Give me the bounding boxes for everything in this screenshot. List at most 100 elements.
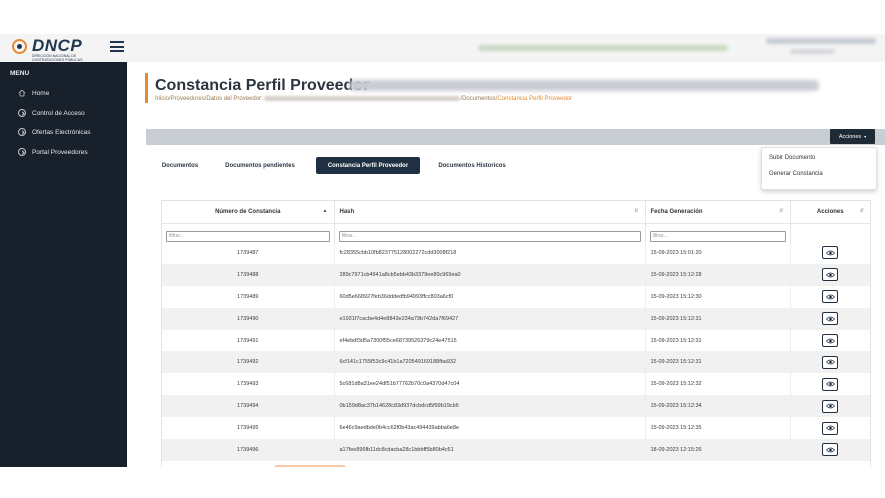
- sidebar-item-label: Portal Proveedores: [32, 148, 88, 156]
- view-eye-icon[interactable]: [822, 290, 839, 304]
- breadcrumb-current: Constancia Perfil Proveedor: [497, 96, 573, 103]
- cell-fecha: 15-09-2023 15:01:20: [645, 242, 791, 264]
- sidebar-item-portal-proveedores[interactable]: Portal Proveedores: [18, 146, 88, 158]
- cell-acciones: [790, 395, 870, 417]
- cell-numero: 1739492: [162, 351, 335, 374]
- view-eye-icon[interactable]: [822, 355, 839, 369]
- cell-acciones: [790, 439, 870, 461]
- redacted-user-name: [766, 38, 876, 44]
- cell-acciones: [790, 264, 870, 286]
- caret-down-icon: ▾: [864, 134, 867, 139]
- cell-fecha: 18-09-2023 12:15:26: [645, 439, 791, 461]
- column-header-label: Número de Constancia: [215, 209, 281, 215]
- cell-hash: a17fee896fb11dc8cdacba28c1bbbff5b80b4c61: [334, 439, 646, 461]
- table-row: 1739494 0b159d8ac37b14628c83d937dcbdcd5f9…: [162, 395, 870, 418]
- filter-numero-input[interactable]: [166, 230, 330, 242]
- table-row: 1739495 6e46c9aedbde0b4cc62f0b43ac494439a…: [162, 417, 870, 440]
- cell-fecha: 15-09-2023 15:12:30: [645, 285, 791, 308]
- app-window: DNCP DIRECCIÓN NACIONAL DE CONTRATACIONE…: [0, 34, 885, 467]
- breadcrumb-path[interactable]: Inicio/Proveedores/Datos del Proveedor:: [155, 96, 264, 102]
- cell-acciones: [790, 417, 870, 439]
- view-eye-icon[interactable]: [822, 334, 839, 347]
- cell-fecha: 15-09-2023 15:12:28: [645, 263, 791, 286]
- column-header-numero[interactable]: Número de Constancia ▲: [162, 201, 335, 224]
- sort-icon[interactable]: ⇵: [860, 208, 864, 214]
- cell-hash: 0b159d8ac37b14628c83d937dcbdcd5f99b19cb6: [334, 395, 646, 418]
- view-eye-icon[interactable]: [822, 312, 839, 326]
- cell-fecha: 15-09-2023 15:12:31: [645, 351, 791, 374]
- cell-hash: 6cf141c1755f53c9c41b1a720549169188fba932: [334, 351, 646, 374]
- sidebar-item-ofertas-electronicas[interactable]: Ofertas Electrónicas: [18, 126, 91, 138]
- sort-icon[interactable]: ⇵: [779, 208, 783, 214]
- sort-icon[interactable]: ⇵: [634, 208, 638, 214]
- sort-asc-icon[interactable]: ▲: [323, 208, 328, 214]
- redacted-provider-name: [349, 80, 819, 91]
- logo-emblem-icon: [12, 39, 27, 54]
- sidebar-item-control-acceso[interactable]: Control de Acceso: [18, 107, 85, 119]
- breadcrumb-documentos[interactable]: /Documentos/: [460, 96, 497, 102]
- sidebar-item-label: Control de Acceso: [32, 109, 85, 117]
- view-eye-icon[interactable]: [822, 246, 839, 260]
- cell-acciones: [790, 308, 870, 330]
- page-title: Constancia Perfil Proveedor: [155, 77, 370, 94]
- constancias-table: Número de Constancia ▲ Hash ⇵ Fecha Genera…: [162, 201, 870, 461]
- sidebar-item-home[interactable]: Home: [18, 87, 49, 99]
- view-eye-icon[interactable]: [822, 399, 839, 413]
- cell-numero: 1739494: [162, 395, 335, 418]
- redacted-user-role: [790, 49, 835, 54]
- cell-fecha: 15-09-2023 15:12:35: [645, 417, 791, 440]
- table-row: 1739487 fc28355cbb10fb823775128002272cdd3…: [162, 242, 870, 264]
- column-header-fecha[interactable]: Fecha Generación ⇵: [645, 201, 791, 224]
- cell-fecha: 15-09-2023 15:12:32: [645, 373, 791, 396]
- table-row: 1739496 a17fee896fb11dc8cdacba28c1bbbff5b…: [162, 439, 870, 461]
- view-eye-icon[interactable]: [822, 377, 839, 391]
- table-row: 1739490 e1931f7cacbe4d4e8843e234a79b742da…: [162, 307, 870, 330]
- cell-hash: 5c681d8a31ee24df51b77762b70c0a4370d47c04: [334, 373, 646, 396]
- sidebar-item-label: Home: [32, 89, 50, 97]
- view-eye-icon[interactable]: [822, 421, 839, 435]
- cell-acciones: [790, 286, 870, 308]
- cell-numero: 1739491: [162, 329, 335, 352]
- tab-documentos-historicos[interactable]: Documentos Historicos: [430, 157, 514, 174]
- menu-item-subir-documento[interactable]: Subir Documento: [769, 155, 815, 161]
- tab-documentos-pendientes[interactable]: Documentos pendientes: [217, 157, 303, 174]
- cell-acciones: [790, 351, 870, 373]
- table-row: 1739491 ef4ebdf3d5a7300f55ce68739526379c2…: [162, 329, 870, 352]
- logo-text: DNCP: [32, 36, 83, 55]
- view-eye-icon[interactable]: [822, 268, 839, 282]
- cell-numero: 1739489: [162, 285, 335, 308]
- acciones-button[interactable]: Acciones ▾: [830, 129, 875, 144]
- table-row: 1739488 289c7971cb4941a8cb5ebb43b3379ee80…: [162, 263, 870, 286]
- filter-row: [162, 223, 870, 242]
- home-icon: [18, 89, 26, 97]
- tab-documentos[interactable]: Documentos: [155, 157, 205, 174]
- cell-acciones: [790, 242, 870, 264]
- hamburger-menu-icon[interactable]: [110, 41, 124, 52]
- cell-hash: 6e46c9aedbde0b4cc62f0b43ac494439abba6e8e: [334, 417, 646, 440]
- column-header-label: Fecha Generación: [650, 209, 703, 215]
- table-row: 1739493 5c681d8a31ee24df51b77762b70c0a437…: [162, 373, 870, 396]
- filter-fecha-input[interactable]: [649, 230, 786, 242]
- main-content: Constancia Perfil Proveedor Inicio/Prove…: [127, 62, 885, 467]
- column-header-acciones[interactable]: Acciones ⇵: [790, 201, 870, 224]
- sidebar-menu-title: MENU: [10, 70, 30, 77]
- menu-item-generar-constancia[interactable]: Generar Constancia: [769, 171, 823, 177]
- dncp-logo[interactable]: DNCP DIRECCIÓN NACIONAL DE CONTRATACIONE…: [12, 36, 104, 62]
- column-header-hash[interactable]: Hash ⇵: [334, 201, 646, 224]
- cell-numero: 1739493: [162, 373, 335, 396]
- bottom-accent-line: [275, 465, 345, 467]
- cell-hash: fc28355cbb10fb823775128002272cdd3008f218: [334, 242, 646, 264]
- cell-fecha: 15-09-2023 15:12:31: [645, 307, 791, 330]
- tab-constancia-perfil-proveedor[interactable]: Constancia Perfil Proveedor: [316, 157, 420, 174]
- view-eye-icon[interactable]: [822, 443, 839, 457]
- filter-hash-input[interactable]: [338, 230, 641, 242]
- cell-hash: ef4ebdf3d5a7300f55ce68739526379c24e47515: [334, 329, 646, 352]
- breadcrumb: Inicio/Proveedores/Datos del Proveedor: …: [155, 96, 572, 102]
- cell-acciones: [790, 373, 870, 395]
- cell-numero: 1739488: [162, 263, 335, 286]
- acciones-button-label: Acciones: [838, 133, 862, 140]
- cell-fecha: 15-09-2023 15:12:31: [645, 329, 791, 352]
- actions-toolbar: [146, 129, 885, 145]
- chevron-right-circle-icon: [18, 109, 26, 117]
- cell-numero: 1739496: [162, 439, 335, 461]
